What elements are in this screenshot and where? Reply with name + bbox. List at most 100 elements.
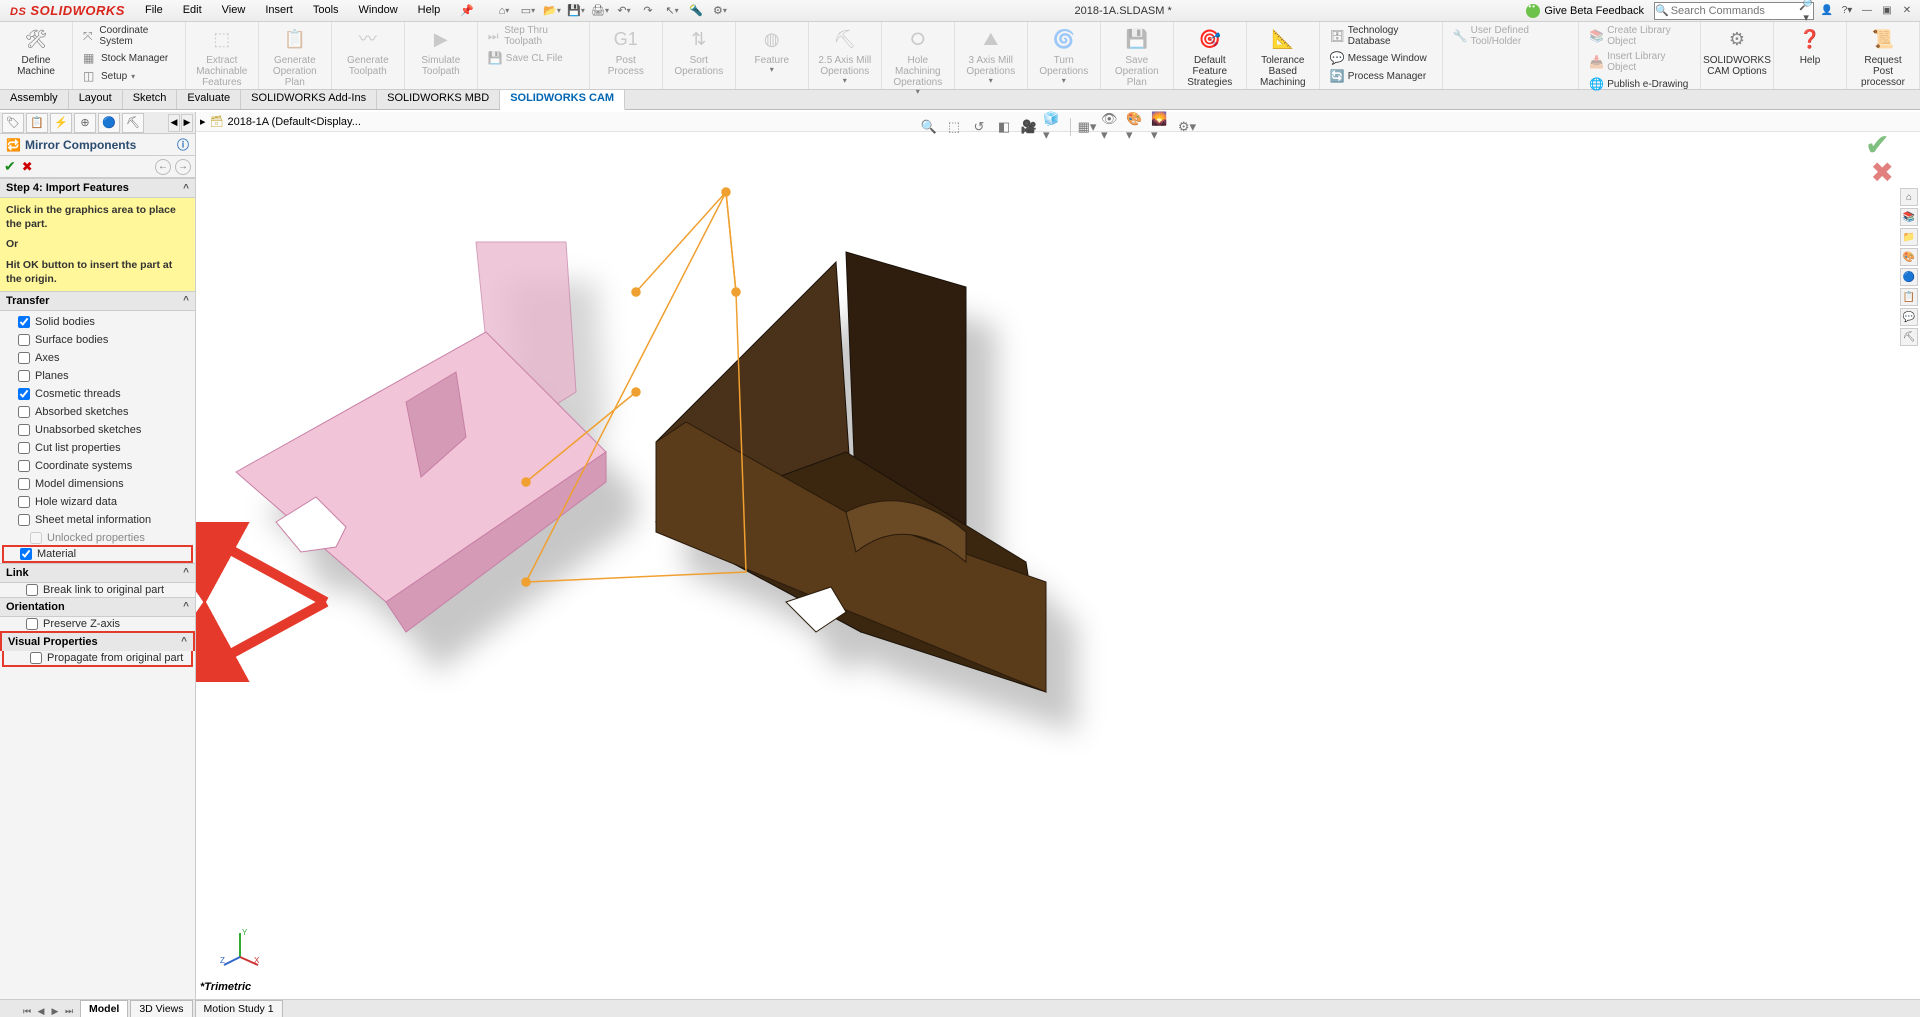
help-dropdown-icon[interactable]: ?▾ (1838, 3, 1856, 19)
step-thru-toolpath-button[interactable]: ⏭Step Thru Toolpath (484, 24, 583, 48)
menu-edit[interactable]: Edit (173, 1, 212, 20)
tab-scroll-right-icon[interactable]: ▶ (181, 114, 193, 132)
feature-tree-tab[interactable]: 🏷 (2, 113, 24, 133)
menu-window[interactable]: Window (349, 1, 408, 20)
generate-toolpath-button[interactable]: 〰Generate Toolpath (338, 24, 398, 79)
tab-nav-prev-icon[interactable]: ◀ (34, 1006, 48, 1017)
ribbon-help-button[interactable]: ❓Help (1780, 24, 1840, 68)
pm-help-icon[interactable]: ⓘ (177, 136, 189, 153)
orientation-triad[interactable]: Y X Z (220, 927, 260, 967)
forum-tab[interactable]: 💬 (1900, 308, 1918, 326)
tab-nav-next-icon[interactable]: ▶ (48, 1006, 62, 1017)
post-process-button[interactable]: G1Post Process (596, 24, 656, 79)
transfer-header[interactable]: Transfer^ (0, 291, 195, 311)
search-dropdown-icon[interactable]: 🔎▾ (1799, 0, 1813, 24)
save-op-plan-button[interactable]: 💾Save Operation Plan (1107, 24, 1167, 90)
select-icon[interactable]: ↖▾ (662, 2, 682, 20)
transfer-option-0[interactable]: Solid bodies (2, 315, 193, 329)
config-manager-tab[interactable]: ⚡ (50, 113, 72, 133)
display-manager-tab[interactable]: 🔵 (98, 113, 120, 133)
menu-view[interactable]: View (212, 1, 256, 20)
transfer-option-10[interactable]: Hole wizard data (2, 495, 193, 509)
orientation-header[interactable]: Orientation^ (0, 597, 195, 617)
menu-help[interactable]: Help (408, 1, 451, 20)
tab-layout[interactable]: Layout (69, 90, 123, 109)
home-icon[interactable]: ⌂▾ (494, 2, 514, 20)
transfer-option-6[interactable]: Unabsorbed sketches (2, 423, 193, 437)
view-palette-tab[interactable]: 🎨 (1900, 248, 1918, 266)
bottom-tab-3dviews[interactable]: 3D Views (130, 1000, 192, 1017)
new-icon[interactable]: ▭▾ (518, 2, 538, 20)
menu-tools[interactable]: Tools (303, 1, 349, 20)
appearances-tab[interactable]: 🔵 (1900, 268, 1918, 286)
propagate-checkbox[interactable]: Propagate from original part (4, 651, 191, 665)
tab-scroll-left-icon[interactable]: ◀ (168, 114, 180, 132)
tab-mbd[interactable]: SOLIDWORKS MBD (377, 90, 500, 109)
simulate-toolpath-button[interactable]: ▶Simulate Toolpath (411, 24, 471, 79)
stock-manager-button[interactable]: ▦Stock Manager (79, 50, 179, 66)
command-search[interactable]: 🔍 🔎▾ (1654, 2, 1814, 20)
file-explorer-tab[interactable]: 📁 (1900, 228, 1918, 246)
transfer-option-5[interactable]: Absorbed sketches (2, 405, 193, 419)
transfer-option-4[interactable]: Cosmetic threads (2, 387, 193, 401)
material-checkbox[interactable]: Material (4, 547, 191, 561)
search-input[interactable] (1669, 5, 1800, 17)
property-manager-tab[interactable]: 📋 (26, 113, 48, 133)
sort-operations-button[interactable]: ⇅Sort Operations (669, 24, 729, 79)
ok-button[interactable]: ✔ (4, 158, 16, 175)
custom-props-tab[interactable]: 📋 (1900, 288, 1918, 306)
transfer-option-8[interactable]: Coordinate systems (2, 459, 193, 473)
transfer-option-1[interactable]: Surface bodies (2, 333, 193, 347)
transfer-option-9[interactable]: Model dimensions (2, 477, 193, 491)
message-window-button[interactable]: 💬Message Window (1326, 50, 1436, 66)
create-library-object-button[interactable]: 📚Create Library Object (1585, 24, 1694, 48)
print-icon[interactable]: 🖨▾ (590, 2, 610, 20)
tab-evaluate[interactable]: Evaluate (177, 90, 241, 109)
coordinate-system-button[interactable]: ⤧Coordinate System (79, 24, 179, 48)
options-icon[interactable]: ⚙▾ (710, 2, 730, 20)
save-icon[interactable]: 💾▾ (566, 2, 586, 20)
menu-insert[interactable]: Insert (255, 1, 303, 20)
undo-icon[interactable]: ↶▾ (614, 2, 634, 20)
break-link-checkbox[interactable]: Break link to original part (0, 583, 195, 597)
3axis-mill-button[interactable]: ⛰3 Axis Mill Operations▾ (961, 24, 1021, 88)
cam-options-button[interactable]: ⚙SOLIDWORKS CAM Options (1707, 24, 1767, 79)
tab-addins[interactable]: SOLIDWORKS Add-Ins (241, 90, 377, 109)
visual-properties-header[interactable]: Visual Properties^ (0, 631, 195, 651)
tab-assembly[interactable]: Assembly (0, 90, 69, 109)
sw-resources-tab[interactable]: ⌂ (1900, 188, 1918, 206)
rebuild-icon[interactable]: 🔦 (686, 2, 706, 20)
save-cl-file-button[interactable]: 💾Save CL File (484, 50, 583, 66)
default-feature-strategies-button[interactable]: 🎯Default Feature Strategies (1180, 24, 1240, 90)
technology-database-button[interactable]: 🗄Technology Database (1326, 24, 1436, 48)
step-header[interactable]: Step 4: Import Features^ (0, 178, 195, 198)
turn-operations-button[interactable]: 🌀Turn Operations▾ (1034, 24, 1094, 88)
open-icon[interactable]: 📂▾ (542, 2, 562, 20)
transfer-option-7[interactable]: Cut list properties (2, 441, 193, 455)
user-icon[interactable]: 👤 (1818, 3, 1836, 19)
tab-sketch[interactable]: Sketch (123, 90, 178, 109)
tab-nav-last-icon[interactable]: ⏭ (62, 1006, 76, 1017)
close-icon[interactable]: ✕ (1898, 3, 1916, 19)
define-machine-button[interactable]: 🛠Define Machine (6, 24, 66, 79)
cam-pane-tab[interactable]: ⛏ (1900, 328, 1918, 346)
cancel-button[interactable]: ✖ (22, 159, 33, 175)
design-library-tab[interactable]: 📚 (1900, 208, 1918, 226)
hole-machining-button[interactable]: ⭘Hole Machining Operations▾ (888, 24, 948, 99)
bottom-tab-motion-study[interactable]: Motion Study 1 (195, 1000, 283, 1017)
breadcrumb-text[interactable]: 2018-1A (Default<Display... (228, 116, 361, 128)
cam-tree-tab[interactable]: ⛏ (122, 113, 144, 133)
restore-icon[interactable]: ▣ (1878, 3, 1896, 19)
breadcrumb-expand-icon[interactable]: ▸ (200, 115, 206, 128)
beta-feedback-button[interactable]: Give Beta Feedback (1526, 4, 1644, 18)
request-postprocessor-button[interactable]: 📜Request Post processor (1853, 24, 1913, 90)
pm-back-button[interactable]: ← (155, 159, 171, 175)
transfer-option-2[interactable]: Axes (2, 351, 193, 365)
tab-cam[interactable]: SOLIDWORKS CAM (500, 90, 625, 110)
tolerance-based-machining-button[interactable]: 📐Tolerance Based Machining (1253, 24, 1313, 90)
generate-op-plan-button[interactable]: 📋Generate Operation Plan (265, 24, 325, 90)
minimize-icon[interactable]: — (1858, 3, 1876, 19)
confirm-cancel-icon[interactable]: ✖ (1871, 156, 1894, 189)
menu-file[interactable]: File (135, 1, 173, 20)
feature-button[interactable]: ◍Feature▾ (742, 24, 802, 77)
